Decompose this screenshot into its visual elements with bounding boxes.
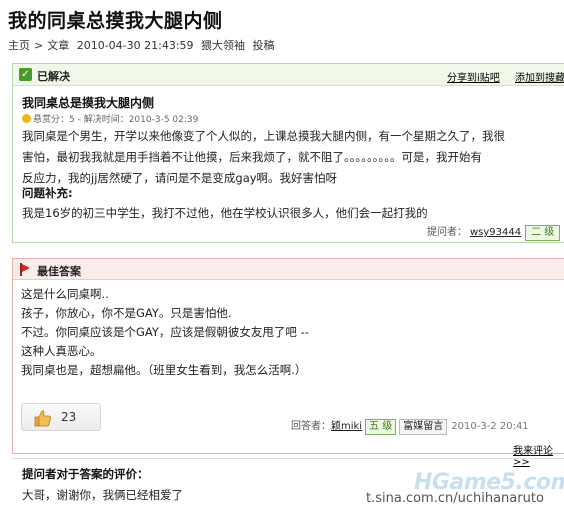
answer-line: 孩子，你放心，你不是GAY。只是害怕他. [21, 306, 232, 320]
add-favorite-link[interactable]: 添加到搜藏 [515, 69, 564, 84]
answerer-info: 回答者：颖miki 五 级富媒留言 2010-3-2 20:41 [291, 417, 529, 435]
asker-name-link[interactable]: wsy93444 [470, 227, 521, 238]
best-answer-label: 最佳答案 [37, 265, 81, 278]
evaluation-title: 提问者对于答案的评价： [22, 467, 149, 481]
question-line: 反应力，我的jj居然硬了，请问是不是变成gay啊。我好害怕呀 [22, 171, 338, 185]
asker-info: 提问者： wsy93444 二 级 [427, 223, 561, 241]
thumbs-up-icon [34, 410, 51, 427]
section-divider [12, 458, 564, 459]
solved-status: 已解决 [37, 70, 70, 83]
breadcrumb-home-link[interactable]: 主页 [8, 39, 30, 52]
question-reward: 悬赏分：5 - 解决时间：2010-3-5 02:39 [22, 112, 198, 125]
question-title: 我同桌总是摸我大腿内侧 [22, 96, 155, 110]
answerer-label: 回答者： [291, 421, 331, 432]
breadcrumb-article-link[interactable]: 文章 [47, 39, 69, 52]
comment-link[interactable]: 我来评论>> [513, 442, 564, 468]
answer-line: 我同桌也是，超想扁他。（班里女生看到，我怎么活啊.） [21, 363, 307, 377]
flag-icon [19, 263, 31, 276]
question-header: ✓ 已解决 分享到i贴吧 添加到搜藏 [13, 64, 564, 86]
answerer-name-link[interactable]: 颖miki [331, 421, 362, 432]
breadcrumb-separator: > [34, 39, 44, 52]
reward-text: 悬赏分：5 - 解决时间：2010-3-5 02:39 [33, 115, 199, 125]
asker-level-badge: 二 级 [525, 225, 561, 241]
question-panel: ✓ 已解决 分享到i贴吧 添加到搜藏 我同桌总是摸我大腿内侧 悬赏分：5 - 解… [12, 63, 564, 243]
question-line: 害怕，最初我我就是用手挡着不让他摸，后来我烦了，就不阻了。。。。。。。。。可是，… [22, 150, 482, 164]
post-action: 投稿 [252, 39, 275, 52]
like-count: 23 [61, 410, 77, 424]
like-button[interactable]: 23 [21, 403, 101, 431]
coin-icon [22, 114, 31, 123]
asker-label: 提问者： [427, 227, 467, 238]
best-answer-header: 最佳答案 [13, 259, 564, 280]
post-timestamp: 2010-04-30 21:43:59 [76, 39, 194, 52]
share-link[interactable]: 分享到i贴吧 [447, 69, 500, 84]
evaluation-text: 大哥，谢谢你，我俩已经相爱了 [22, 488, 183, 502]
page-title: 我的同桌总摸我大腿内侧 [8, 10, 223, 32]
question-body: 我同桌是个男生，开学以来他像变了个人似的，上课总摸我大腿内侧，有一个星期之久了，… [22, 126, 512, 189]
article-meta: 主页 > 文章 2010-04-30 21:43:59 猥大领袖 投稿 [8, 37, 279, 53]
post-author[interactable]: 猥大领袖 [201, 39, 245, 52]
answer-line: 不过。你同桌应该是个GAY，应该是假朝彼女友甩了吧 -- [21, 325, 309, 339]
answer-body: 这是什么同桌啊.. 孩子，你放心，你不是GAY。只是害怕他. 不过。你同桌应该是… [21, 285, 309, 380]
watermark-source: t.sina.com.cn/uchihanaruto [366, 491, 544, 506]
message-button[interactable]: 富媒留言 [399, 419, 448, 435]
answer-line: 这是什么同桌啊.. [21, 287, 109, 301]
question-line: 我同桌是个男生，开学以来他像变了个人似的，上课总摸我大腿内侧，有一个星期之久了，… [22, 129, 505, 143]
supplement-text: 我是16岁的初三中学生，我打不过他，他在学校认识很多人，他们会一起打我的 [22, 206, 428, 220]
check-icon: ✓ [19, 68, 32, 81]
answerer-level-badge: 五 级 [365, 419, 397, 435]
answer-date: 2010-3-2 20:41 [451, 421, 529, 432]
best-answer-panel: 最佳答案 这是什么同桌啊.. 孩子，你放心，你不是GAY。只是害怕他. 不过。你… [12, 258, 564, 468]
answer-line: 这种人真恶心。 [21, 344, 102, 358]
supplement-title: 问题补充: [22, 186, 73, 200]
